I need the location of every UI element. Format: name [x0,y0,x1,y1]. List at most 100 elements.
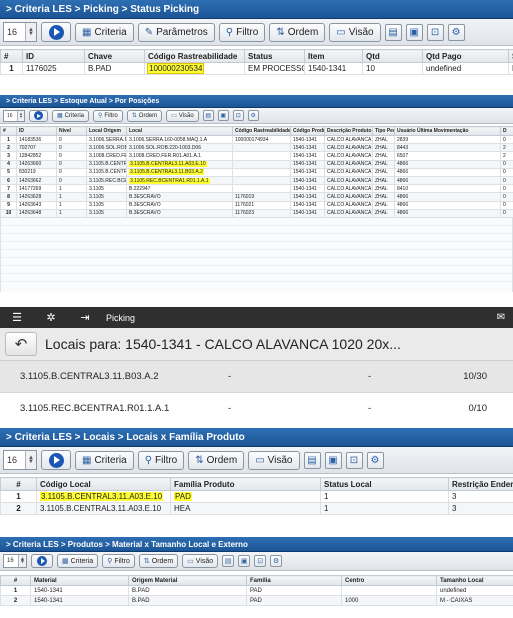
col-header[interactable]: ID [16,126,57,136]
col-header[interactable]: Origem Material [128,575,247,586]
tools-icon[interactable]: ⚙ [270,555,283,567]
tools-icon[interactable]: ⚙ [447,23,465,41]
ordem-button[interactable]: ⇅ Ordem [269,22,326,42]
spinner-arrows[interactable]: ▲ ▼ [17,110,24,121]
parametros-button[interactable]: ✎ Parâmetros [137,22,215,42]
toolbar: 16 ▲ ▼ ▦ Criteria ⚲ Filtro ⇅ Ordem ▭ Visão ▤ … [0,108,513,124]
col-header[interactable]: Qtd Pago [422,49,509,63]
logout-icon[interactable]: ⇥ [68,311,102,324]
excel-icon[interactable]: ▤ [303,451,321,469]
back-button[interactable]: ↶ [5,332,37,356]
col-header[interactable]: Descrição Produto [324,126,373,136]
col-header[interactable]: D [500,126,513,136]
locais-title: Locais para: 1540-1341 - CALCO ALAVANCA … [45,336,401,352]
location-row[interactable]: 3.1105.REC.BCENTRA1.R01.1.A.1 - - 0/10 [0,393,513,419]
table-row[interactable]: 7 14177269 1 3.1105 B.222947 1540-1341 CALCO A… [0,184,513,194]
col-header[interactable]: Item [304,49,363,63]
visao-button[interactable]: ▭ Visão [182,554,219,568]
export-icon[interactable]: ⊡ [254,555,267,567]
run-button[interactable] [31,554,53,568]
table-row[interactable]: 2 3.1105.B.CENTRAL3.11.A03.E.10 HEA 1 3 [0,502,513,515]
save-icon[interactable]: ▣ [238,555,251,567]
visao-button[interactable]: ▭ Visão [166,109,199,122]
col-header[interactable]: Status Local [320,477,449,491]
table-row[interactable]: 8 14263628 1 3.1105 B.3ESCRAVO 1176019 1540-13… [0,192,513,202]
table-row[interactable]: 3 12842852 0 3.1008.CRED.FE 3.1008.CRED.FER.… [0,151,513,161]
table-row[interactable]: 1 1176025 B.PAD 100000230534 EM PROCESSO… [0,62,513,75]
table-row[interactable]: 4 14263660 0 3.1105.B.CENTR 3.1105.B.CENTRAL… [0,159,513,169]
export-icon[interactable]: ⊡ [232,110,244,121]
excel-icon[interactable]: ▤ [222,555,235,567]
col-header[interactable]: # [0,126,17,136]
ordem-button[interactable]: ⇅ Ordem [126,109,163,122]
table-row[interactable]: 1 14183536 0 3.1006.SERRA.1 3.1006.SERRA.160… [0,134,513,145]
ordem-button[interactable]: ⇅ Ordem [138,554,179,568]
page-size-spinner[interactable]: 16 ▲ ▼ [3,22,37,42]
save-icon[interactable]: ▣ [217,110,229,121]
criteria-button[interactable]: ▦ Criteria [52,109,90,122]
spinner-arrows[interactable]: ▲ ▼ [25,451,36,469]
save-icon[interactable]: ▣ [405,23,423,41]
tools-icon[interactable]: ⚙ [247,110,259,121]
col-header[interactable]: Qtd [362,49,423,63]
table-row[interactable]: 5 830219 0 3.1105.B.CENTR 3.1105.B.CENTRAL3.… [0,167,513,177]
col-header[interactable]: # [0,49,23,63]
col-header[interactable]: Local Origem [86,126,127,136]
col-header[interactable]: Família [246,575,342,586]
filtro-button[interactable]: ⚲ Filtro [102,554,135,568]
col-header[interactable]: Chave [84,49,145,63]
col-header[interactable]: Tipo Peça [372,126,395,136]
run-button[interactable] [41,450,71,470]
messages-icon[interactable]: ✉ [497,312,513,323]
menu-icon[interactable]: ☰ [0,311,34,324]
tools-icon[interactable]: ⚙ [366,451,384,469]
table-row[interactable]: 6 14263662 0 3.1105.REC.BCE 3.1105.REC.BCENT… [0,175,513,186]
filtro-button[interactable]: ⚲ Filtro [218,22,266,42]
col-header[interactable]: Centro [341,575,437,586]
export-icon[interactable]: ⊡ [345,451,363,469]
col-header[interactable]: Status [244,49,305,63]
col-header[interactable]: S [508,49,513,63]
criteria-button[interactable]: ▦ Criteria [57,554,99,568]
col-header[interactable]: Código Rastreabilidade [232,126,291,136]
run-button[interactable] [29,109,48,122]
visao-button[interactable]: ▭ Visão [329,22,381,42]
criteria-button[interactable]: ▦ Criteria [75,450,134,470]
col-header[interactable]: Local [126,126,233,136]
location-row[interactable]: 3.1105.B.CENTRAL3.11.B03.A.2 - - 10/30 [0,361,513,393]
excel-icon[interactable]: ▤ [202,110,214,121]
spinner-arrows[interactable]: ▲ ▼ [18,555,26,567]
col-header[interactable]: Código Rastreabilidade [144,49,245,63]
col-header[interactable]: # [0,477,37,491]
table-row[interactable]: 2 1540-1341 B.PAD PAD 1000 M - CAIXAS [0,595,513,606]
col-header[interactable]: Código Local [36,477,171,491]
visao-button[interactable]: ▭ Visão [248,450,300,470]
export-icon[interactable]: ⊡ [426,23,444,41]
ordem-button[interactable]: ⇅ Ordem [188,450,245,470]
page-size-spinner[interactable]: 16 ▲ ▼ [3,554,27,568]
save-icon[interactable]: ▣ [324,451,342,469]
col-header[interactable]: ID [22,49,85,63]
filtro-button[interactable]: ⚲ Filtro [137,450,185,470]
table-row[interactable]: 1 3.1105.B.CENTRAL3.11.A03.E.10 PAD 1 3 [0,490,513,503]
table-row[interactable]: 2 702707 0 3.1006.SOL.ROB 3.1006.SOL.ROB.220… [0,143,513,153]
page-size-spinner[interactable]: 16 ▲ ▼ [3,450,37,470]
col-header[interactable]: Código Produto [290,126,325,136]
col-header[interactable]: Usuário Última Movimentação [394,126,501,136]
criteria-button[interactable]: ▦ Criteria [75,22,134,42]
col-header[interactable]: Família Produto [170,477,321,491]
table-row[interactable]: 10 14263648 1 3.1105 B.3ESCRAVO 1176023 1540-1… [0,208,513,218]
col-header[interactable]: Material [30,575,129,586]
col-header[interactable]: Restrição Endere [448,477,513,491]
table-row[interactable]: 1 1540-1341 B.PAD PAD undefined [0,585,513,596]
filtro-button[interactable]: ⚲ Filtro [93,109,123,122]
col-header[interactable]: # [0,575,31,586]
col-header[interactable]: Tamanho Local [436,575,513,586]
page-size-spinner[interactable]: 16 ▲ ▼ [3,109,25,122]
settings-icon[interactable]: ✲ [34,311,68,324]
col-header[interactable]: Nível [56,126,87,136]
run-button[interactable] [41,22,71,42]
excel-icon[interactable]: ▤ [384,23,402,41]
table-row[interactable]: 9 14263643 1 3.1105 B.3ESCRAVO 1176021 1540-13… [0,200,513,210]
spinner-arrows[interactable]: ▲ ▼ [25,23,36,41]
